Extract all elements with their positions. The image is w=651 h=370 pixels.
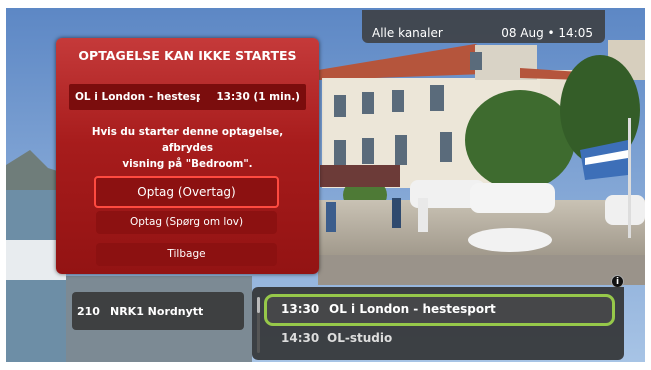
epg-row[interactable]: 14:30 OL-studio bbox=[281, 331, 392, 345]
epg-row-time: 13:30 bbox=[281, 302, 320, 316]
epg-scrollbar[interactable] bbox=[257, 297, 260, 353]
channel-number: 210 bbox=[77, 305, 100, 318]
channel-name: NRK1 Nordnytt bbox=[110, 305, 204, 318]
epg-scroll-thumb[interactable] bbox=[257, 297, 260, 313]
epg-row-title: OL-studio bbox=[327, 331, 393, 345]
channel-filter-label[interactable]: Alle kanaler bbox=[372, 26, 443, 40]
program-info-box: OL i London - hestesport 13:30 (1 min.) bbox=[69, 84, 306, 110]
date-time: 08 Aug • 14:05 bbox=[501, 26, 593, 40]
tv-screen: Alle kanaler 08 Aug • 14:05 OPTAGELSE KA… bbox=[0, 0, 651, 370]
current-channel-panel: 210 NRK1 Nordnytt bbox=[72, 292, 244, 330]
dialog-message: Hvis du starter denne optagelse, afbryde… bbox=[66, 124, 309, 172]
epg-row-selected[interactable]: 13:30 OL i London - hestesport bbox=[264, 294, 615, 326]
epg-row-title: OL i London - hestesport bbox=[329, 302, 496, 316]
dialog-title: OPTAGELSE KAN IKKE STARTES bbox=[78, 48, 297, 63]
back-button[interactable]: Tilbage bbox=[96, 243, 277, 266]
program-time: 13:30 (1 min.) bbox=[216, 91, 300, 103]
program-title: OL i London - hestesport bbox=[75, 91, 200, 103]
dialog-message-line-2: visning på "Bedroom". bbox=[122, 158, 253, 170]
epg-list-panel: 13:30 OL i London - hestesport 14:30 OL-… bbox=[252, 287, 624, 360]
header-bar: Alle kanaler 08 Aug • 14:05 bbox=[362, 10, 605, 43]
dialog-message-line-1: Hvis du starter denne optagelse, afbryde… bbox=[91, 126, 284, 154]
record-ask-permission-button[interactable]: Optag (Spørg om lov) bbox=[96, 211, 277, 234]
record-takeover-button[interactable]: Optag (Overtag) bbox=[94, 176, 279, 208]
recording-conflict-dialog: OPTAGELSE KAN IKKE STARTES OL i London -… bbox=[56, 38, 319, 274]
epg-row-time: 14:30 bbox=[281, 331, 320, 345]
